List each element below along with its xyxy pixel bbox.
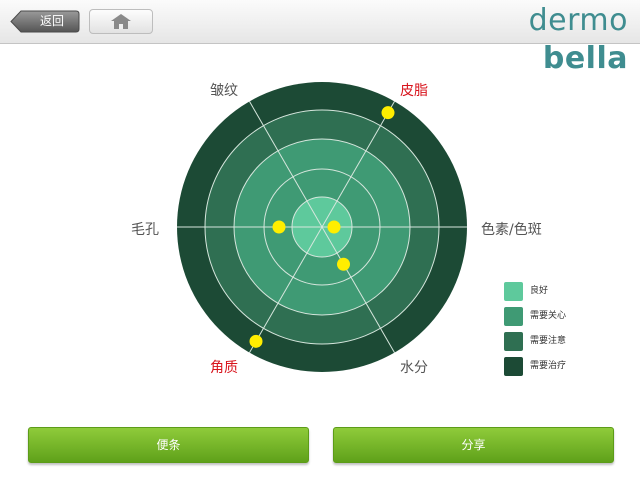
axis-label-pigmentation: 色素/色斑 <box>481 222 542 238</box>
legend-item: 需要治疗 <box>504 357 614 377</box>
legend-label: 需要注意 <box>530 336 567 346</box>
back-button-label: 返回 <box>39 14 64 28</box>
axis-label-wrinkles: 皱纹 <box>210 83 238 99</box>
legend-item: 需要注意 <box>504 332 614 352</box>
brand-logo-part1: dermo <box>528 3 628 38</box>
legend-swatch <box>504 332 523 351</box>
legend-label: 需要关心 <box>530 311 567 321</box>
score-marker <box>337 257 350 271</box>
axis-label-keratin: 角质 <box>210 360 238 376</box>
legend-swatch <box>504 357 523 376</box>
back-button[interactable]: 返回 <box>10 10 80 33</box>
legend-label: 良好 <box>530 286 549 296</box>
axis-label-sebum: 皮脂 <box>400 83 428 99</box>
score-marker <box>272 220 286 234</box>
legend-swatch <box>504 307 523 326</box>
axis-label-moisture: 水分 <box>400 360 428 376</box>
home-icon <box>111 14 131 29</box>
top-bar: 返回 dermo bella <box>0 0 640 76</box>
brand-logo: dermo bella <box>438 2 628 76</box>
note-button[interactable]: 便条 <box>28 427 309 463</box>
share-button[interactable]: 分享 <box>333 427 614 463</box>
legend-swatch <box>504 282 523 301</box>
legend-item: 良好 <box>504 282 614 302</box>
legend-label: 需要治疗 <box>530 361 567 371</box>
home-button[interactable] <box>89 9 153 34</box>
score-marker <box>249 334 263 348</box>
legend-item: 需要关心 <box>504 307 614 327</box>
score-marker <box>327 220 341 234</box>
score-marker <box>381 106 395 120</box>
axis-label-pores: 毛孔 <box>131 222 159 238</box>
